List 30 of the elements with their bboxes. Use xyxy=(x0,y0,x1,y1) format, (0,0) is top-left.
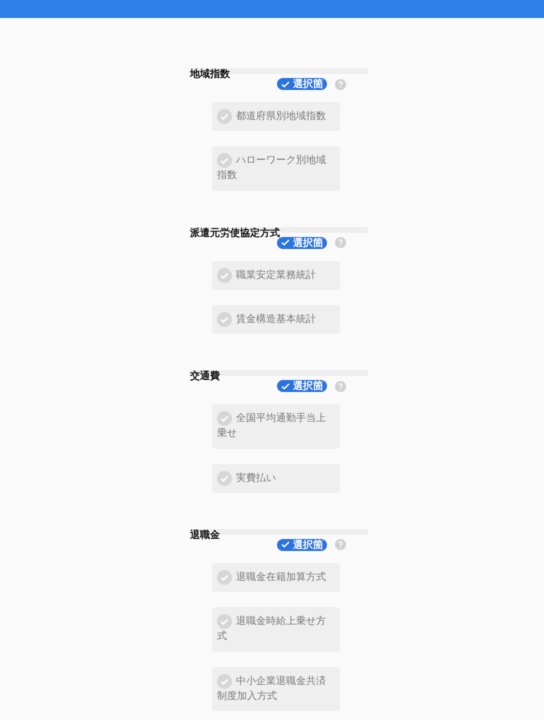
option-card[interactable]: 賃金構造基本統計 xyxy=(212,304,340,334)
option-card[interactable]: 職業安定業務統計 xyxy=(212,260,340,290)
option-label: 職業安定業務統計 xyxy=(236,270,316,281)
section-title: 派遣元労使協定方式 xyxy=(190,228,280,239)
section-title: 退職金 xyxy=(190,530,220,541)
option-label: 中小企業退職金共済制度加入方式 xyxy=(217,676,326,702)
option-label: ハローワーク別地域指数 xyxy=(217,155,326,182)
help-icon[interactable] xyxy=(335,78,346,90)
option-card[interactable]: 全国平均通勤手当上乗せ xyxy=(212,404,340,449)
option-label: 実費払い xyxy=(236,472,276,484)
option-label: 賃金構造基本統計 xyxy=(236,314,316,325)
option-card[interactable]: 中小企業退職金共済制度加入方式 xyxy=(212,666,340,712)
selection-badge[interactable]: 選択箇 xyxy=(277,380,327,392)
help-icon[interactable] xyxy=(335,237,346,248)
option-card[interactable]: 都道府県別地域指数 xyxy=(212,102,340,132)
selection-badge[interactable]: 選択箇 xyxy=(277,78,327,90)
option-card[interactable]: 実費払い xyxy=(212,464,340,493)
option-card[interactable]: ハローワーク別地域指数 xyxy=(212,146,340,191)
option-label: 退職金在籍加算方式 xyxy=(236,572,326,583)
selection-badge[interactable]: 選択箇 xyxy=(277,538,327,551)
help-icon[interactable] xyxy=(335,539,346,550)
section-title: 交通費 xyxy=(190,371,220,382)
option-card[interactable]: 退職金時給上乗せ方式 xyxy=(212,607,340,652)
option-label: 都道府県別地域指数 xyxy=(236,111,326,122)
help-icon[interactable] xyxy=(335,380,346,392)
option-label: 退職金時給上乗せ方式 xyxy=(217,616,326,642)
option-label: 全国平均通勤手当上乗せ xyxy=(217,413,326,440)
section-title: 地域指数 xyxy=(190,69,230,80)
selection-badge[interactable]: 選択箇 xyxy=(277,236,327,249)
option-card[interactable]: 退職金在籍加算方式 xyxy=(212,562,340,592)
